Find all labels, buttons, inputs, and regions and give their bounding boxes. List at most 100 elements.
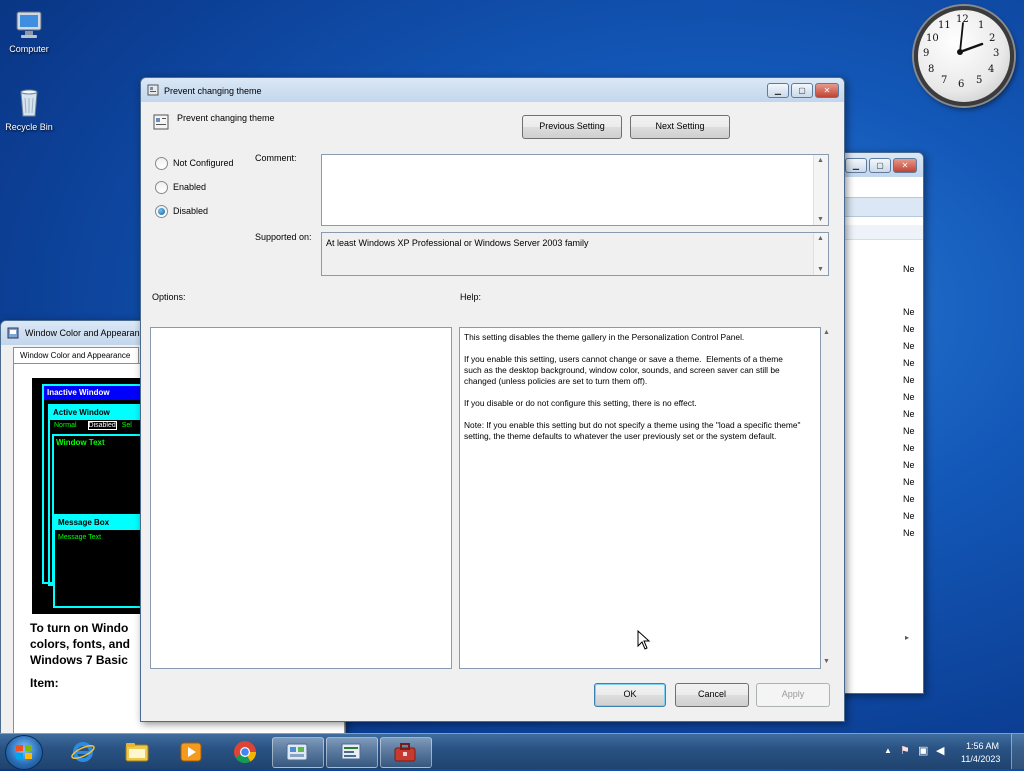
scroll-up-arrow[interactable]: ▲ xyxy=(817,157,824,164)
radio-not-configured[interactable]: Not Configured xyxy=(155,157,245,171)
maximize-button[interactable]: ▢ xyxy=(869,158,891,173)
scroll-up-arrow[interactable]: ▲ xyxy=(817,235,824,242)
supported-scrollbar[interactable]: ▲ ▼ xyxy=(813,233,828,275)
list-row[interactable]: Ne xyxy=(903,392,915,402)
policy-icon xyxy=(147,84,159,96)
appearance-preview: Inactive Window Active Window Normal Dis… xyxy=(32,378,158,614)
media-player-icon xyxy=(180,742,202,762)
comment-label: Comment: xyxy=(255,153,297,163)
minimize-button[interactable]: ▁ xyxy=(767,83,789,98)
minimize-button[interactable]: ▁ xyxy=(845,158,867,173)
scroll-down-arrow[interactable]: ▼ xyxy=(817,266,824,273)
scroll-down-arrow[interactable]: ▼ xyxy=(817,216,824,223)
scroll-up-arrow[interactable]: ▲ xyxy=(823,329,830,336)
message-text-label: Message Text xyxy=(58,534,102,541)
radio-label: Enabled xyxy=(173,182,207,192)
list-row[interactable]: Ne xyxy=(903,426,915,436)
desktop-icon-recycle-bin[interactable]: Recycle Bin xyxy=(0,86,59,132)
column-header xyxy=(845,225,923,240)
taskbar-control-panel[interactable] xyxy=(272,737,324,768)
file-explorer-icon xyxy=(125,743,149,762)
clock-gadget[interactable]: 12 1 2 3 4 5 6 7 8 9 10 11 xyxy=(914,6,1014,106)
radio-disabled[interactable]: Disabled xyxy=(155,205,245,219)
setting-name: Prevent changing theme xyxy=(177,113,275,123)
list-row[interactable]: Ne xyxy=(903,375,915,385)
supported-on-label: Supported on: xyxy=(255,232,312,242)
system-tray: ▲ ⚑ ▣ ◀ 1:56 AM 11/4/2023 xyxy=(864,734,1024,769)
desktop-icon-computer[interactable]: Computer xyxy=(0,8,59,54)
cancel-button[interactable]: Cancel xyxy=(675,683,749,707)
list-row[interactable]: Ne xyxy=(903,477,915,487)
close-button[interactable]: ✕ xyxy=(815,83,839,98)
taskbar-chrome[interactable] xyxy=(220,737,270,766)
radio-button[interactable] xyxy=(155,181,168,194)
network-icon[interactable]: ▣ xyxy=(918,744,928,757)
desktop-icon-label: Recycle Bin xyxy=(5,122,53,132)
taskbar-toolbox[interactable] xyxy=(380,737,432,768)
menu-normal: Normal xyxy=(54,422,77,429)
list-row[interactable]: Ne xyxy=(903,511,915,521)
recycle-bin-icon xyxy=(20,89,38,117)
clock-date[interactable]: 11/4/2023 xyxy=(961,754,1000,764)
taskbar-file-explorer[interactable] xyxy=(112,737,162,766)
control-panel-icon xyxy=(286,743,308,761)
list-row[interactable]: Ne xyxy=(903,409,915,419)
window-text-label: Window Text xyxy=(56,438,105,447)
ok-button[interactable]: OK xyxy=(594,683,666,707)
setting-icon xyxy=(153,114,169,130)
volume-icon[interactable]: ◀ xyxy=(936,744,944,757)
list-row[interactable]: Ne xyxy=(903,443,915,453)
apply-button[interactable]: Apply xyxy=(756,683,830,707)
radio-button[interactable] xyxy=(155,157,168,170)
menu-selected: Sel xyxy=(121,422,132,429)
inactive-window-title: Inactive Window xyxy=(44,386,154,400)
show-hidden-icons-icon[interactable]: ▲ xyxy=(884,746,892,755)
show-desktop-button[interactable] xyxy=(1011,734,1024,769)
computer-icon xyxy=(16,11,42,38)
group-policy-icon xyxy=(341,743,361,760)
dialog-titlebar[interactable]: Prevent changing theme ▁ ▢ ✕ xyxy=(141,78,844,102)
list-row[interactable]: Ne xyxy=(903,307,915,317)
help-text: This setting disables the theme gallery … xyxy=(464,332,801,441)
list-row[interactable]: Ne xyxy=(903,494,915,504)
help-scrollbar[interactable]: ▲ ▼ xyxy=(821,327,833,667)
list-row[interactable]: Ne xyxy=(903,460,915,470)
next-setting-button[interactable]: Next Setting xyxy=(630,115,730,139)
options-panel xyxy=(150,327,452,669)
previous-setting-button[interactable]: Previous Setting xyxy=(522,115,622,139)
list-row[interactable]: Ne xyxy=(903,358,915,368)
list-row[interactable]: Ne xyxy=(903,324,915,334)
comment-field[interactable]: ▲ ▼ xyxy=(321,154,829,226)
help-label: Help: xyxy=(460,292,482,302)
clock-time[interactable]: 1:56 AM xyxy=(966,741,999,751)
radio-enabled[interactable]: Enabled xyxy=(155,181,245,195)
dialog-body: Prevent changing theme Previous Setting … xyxy=(147,102,836,714)
comment-scrollbar[interactable]: ▲ ▼ xyxy=(813,155,828,225)
radio-label: Not Configured xyxy=(173,158,234,168)
appearance-icon xyxy=(7,327,19,339)
taskbar-group-policy[interactable] xyxy=(326,737,378,768)
desktop-icon-label: Computer xyxy=(9,44,49,54)
taskbar-internet-explorer[interactable] xyxy=(58,737,108,766)
radio-button[interactable] xyxy=(155,205,168,218)
taskbar: ▲ ⚑ ▣ ◀ 1:56 AM 11/4/2023 xyxy=(0,733,1024,770)
scroll-right-arrow[interactable]: ▸ xyxy=(905,633,909,642)
start-button[interactable] xyxy=(5,735,43,770)
list-row[interactable]: Ne xyxy=(903,341,915,351)
maximize-button[interactable]: ▢ xyxy=(791,83,813,98)
list-row[interactable]: Ne xyxy=(903,528,915,538)
mouse-cursor-icon xyxy=(637,630,651,650)
options-label: Options: xyxy=(152,292,186,302)
policy-setting-dialog[interactable]: Prevent changing theme ▁ ▢ ✕ Prevent cha… xyxy=(140,77,845,722)
action-center-icon[interactable]: ⚑ xyxy=(900,744,910,757)
supported-on-field: At least Windows XP Professional or Wind… xyxy=(321,232,829,276)
tab-window-color[interactable]: Window Color and Appearance xyxy=(13,347,139,364)
scroll-down-arrow[interactable]: ▼ xyxy=(823,658,830,665)
list-row[interactable]: Ne xyxy=(903,264,915,274)
taskbar-media-player[interactable] xyxy=(166,737,216,766)
close-button[interactable]: ✕ xyxy=(893,158,917,173)
list-area[interactable]: Ne Ne Ne Ne Ne Ne Ne Ne Ne Ne Ne Ne Ne N… xyxy=(845,264,923,645)
toolbox-icon xyxy=(394,743,416,762)
item-label: Item: xyxy=(30,676,59,690)
help-panel[interactable]: This setting disables the theme gallery … xyxy=(459,327,821,669)
